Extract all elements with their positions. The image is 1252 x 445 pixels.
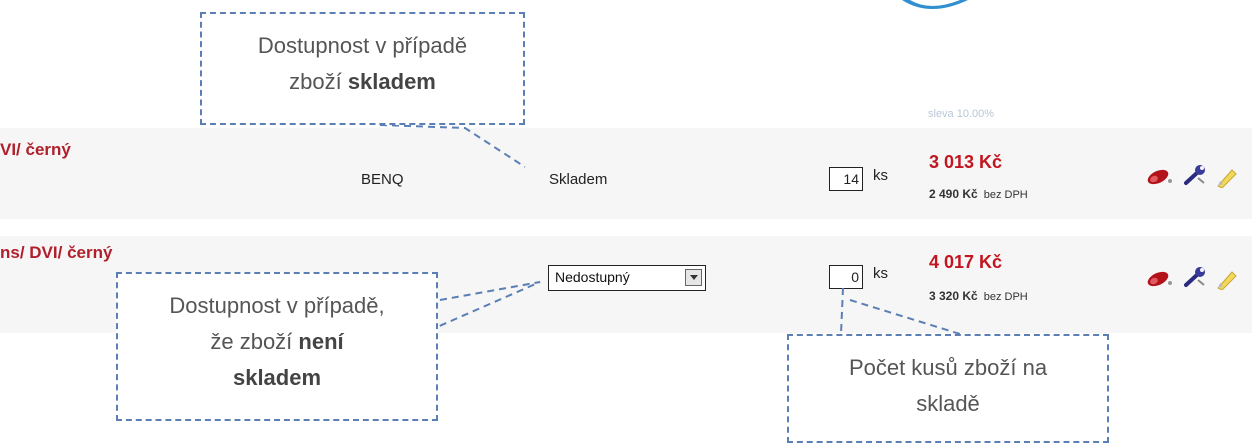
callout-line: zboží skladem <box>289 69 436 94</box>
callout-line: Dostupnost v případě <box>257 33 468 58</box>
callout-not-in-stock: Dostupnost v případě, že zboží není skla… <box>116 272 438 421</box>
callout-line: že zboží není <box>210 329 344 354</box>
callout-line: Počet kusů zboží na <box>848 355 1048 380</box>
callout-stock-count: Počet kusů zboží na skladě <box>787 334 1109 443</box>
callout-line: Dostupnost v případě, <box>169 293 385 318</box>
callout-in-stock: Dostupnost v případě zboží skladem <box>200 12 525 125</box>
callout-line: skladě <box>916 391 980 416</box>
callout-line: skladem <box>232 365 322 390</box>
